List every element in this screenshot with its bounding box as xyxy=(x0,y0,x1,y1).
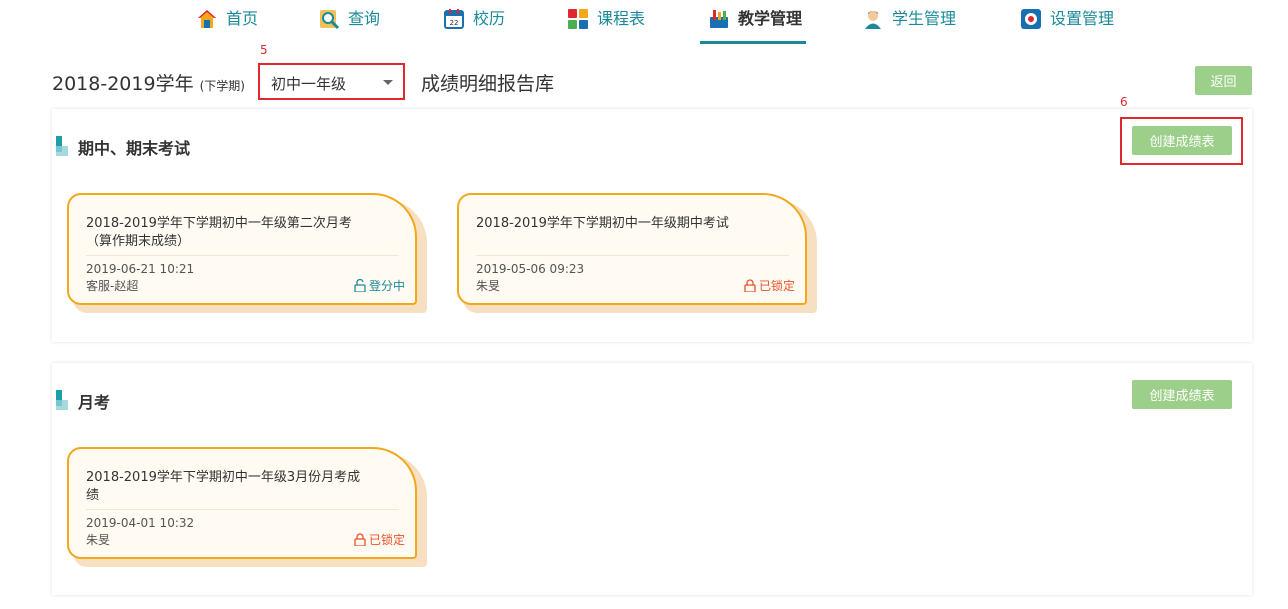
nav-home[interactable]: 首页 xyxy=(196,8,258,44)
query-icon xyxy=(318,8,340,30)
card-status: 已锁定 xyxy=(744,277,795,294)
exam-card[interactable]: 2018-2019学年下学期初中一年级期中考试 2019-05-06 09:23… xyxy=(457,193,817,313)
card-title: 2018-2019学年下学期初中一年级3月份月考成绩 xyxy=(86,470,361,503)
section-title-text: 月考 xyxy=(78,393,111,412)
section-flag-icon xyxy=(52,136,70,158)
section-exams: 期中、期末考试 6 创建成绩表 2018-2019学年下学期初中一年级第二次月考… xyxy=(52,95,1252,342)
timetable-icon xyxy=(567,8,589,30)
nav-label: 教学管理 xyxy=(738,9,803,28)
section-title: 期中、期末考试 xyxy=(52,135,190,159)
library-title: 成绩明细报告库 xyxy=(421,73,555,95)
card-date: 2019-04-01 10:32 xyxy=(86,516,195,530)
top-nav: 首页 查询 22 校历 课程表 教学管理 学生管理 设置管理 xyxy=(0,0,1288,46)
semester-label: (下学期) xyxy=(199,79,245,93)
nav-timetable[interactable]: 课程表 xyxy=(567,8,645,44)
section-monthly: 月考 创建成绩表 2018-2019学年下学期初中一年级3月份月考成绩 2019… xyxy=(52,363,1252,595)
card-date: 2019-06-21 10:21 xyxy=(86,262,195,276)
nav-teaching[interactable]: 教学管理 xyxy=(699,8,807,44)
section-flag-icon xyxy=(52,390,70,412)
nav-label: 首页 xyxy=(226,9,259,28)
card-status: 登分中 xyxy=(354,277,405,294)
term-title: 2018-2019学年 (下学期) xyxy=(52,69,245,96)
unlock-icon xyxy=(354,279,366,292)
settings-icon xyxy=(1020,8,1042,30)
nav-calendar[interactable]: 22 校历 xyxy=(443,8,505,44)
lock-icon xyxy=(744,279,756,292)
calendar-icon: 22 xyxy=(443,8,465,30)
section-title-text: 期中、期末考试 xyxy=(78,139,191,158)
nav-student[interactable]: 学生管理 xyxy=(862,8,956,44)
caret-down-icon xyxy=(383,80,393,85)
card-user: 朱旻 xyxy=(476,279,501,293)
lock-icon xyxy=(354,533,366,546)
grade-select-value: 初中一年级 xyxy=(271,75,347,93)
nav-settings[interactable]: 设置管理 xyxy=(1020,8,1114,44)
nav-label: 校历 xyxy=(473,9,506,28)
card-user: 客服-赵超 xyxy=(86,279,139,293)
nav-label: 查询 xyxy=(348,9,381,28)
nav-label: 设置管理 xyxy=(1050,9,1115,28)
grade-select[interactable]: 初中一年级 xyxy=(258,63,405,100)
annotation-marker: 6 xyxy=(1120,95,1128,109)
teaching-icon xyxy=(708,8,730,30)
exam-card[interactable]: 2018-2019学年下学期初中一年级3月份月考成绩 2019-04-01 10… xyxy=(67,447,427,567)
term-year: 2018-2019学年 xyxy=(52,73,194,95)
create-scoresheet-button[interactable]: 创建成绩表 xyxy=(1132,126,1232,155)
back-button[interactable]: 返回 xyxy=(1195,66,1252,95)
section-title: 月考 xyxy=(52,389,110,413)
card-date: 2019-05-06 09:23 xyxy=(476,262,585,276)
nav-label: 课程表 xyxy=(597,9,646,28)
home-icon xyxy=(196,8,218,30)
create-scoresheet-button[interactable]: 创建成绩表 xyxy=(1132,380,1232,409)
card-title: 2018-2019学年下学期初中一年级期中考试 xyxy=(476,216,729,231)
card-title: 2018-2019学年下学期初中一年级第二次月考（算作期末成绩） xyxy=(86,216,352,249)
exam-card[interactable]: 2018-2019学年下学期初中一年级第二次月考（算作期末成绩） 2019-06… xyxy=(67,193,427,313)
nav-query[interactable]: 查询 xyxy=(318,8,380,44)
card-status: 已锁定 xyxy=(354,531,405,548)
svg-text:22: 22 xyxy=(450,19,459,27)
nav-label: 学生管理 xyxy=(892,9,957,28)
annotation-marker: 5 xyxy=(260,43,268,57)
student-icon xyxy=(862,8,884,30)
card-user: 朱旻 xyxy=(86,533,111,547)
